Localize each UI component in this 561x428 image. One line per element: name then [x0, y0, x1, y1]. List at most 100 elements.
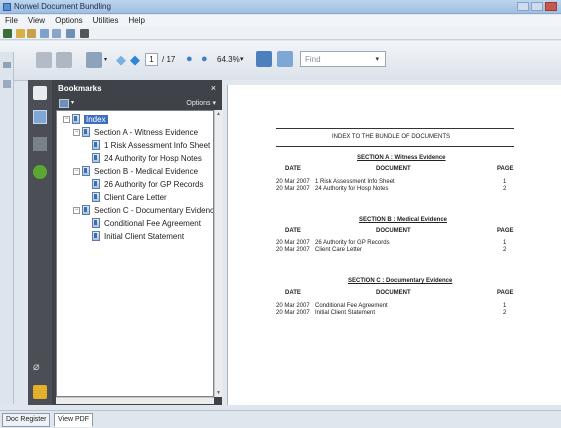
bookmark-menu-icon[interactable] [59, 99, 69, 108]
row-document: Initial Client Statement [315, 310, 376, 316]
help-icon[interactable] [33, 165, 47, 179]
hand-tool-icon[interactable] [3, 62, 11, 68]
minimize-button[interactable] [517, 2, 529, 11]
page-setup-icon[interactable] [86, 52, 102, 68]
zoom-out-icon[interactable]: ● [186, 53, 193, 65]
menu-options[interactable]: Options [55, 15, 83, 27]
page-number-input[interactable]: 1 [145, 53, 158, 66]
section-title: SECTION C : Documentary Evidence [348, 278, 453, 284]
row-page: 1 [503, 179, 507, 185]
tree-item[interactable]: 24 Authority for Hosp Notes [92, 152, 202, 164]
zoom-dropdown-icon[interactable]: ▾ [240, 55, 244, 63]
bookmark-icon [72, 114, 80, 124]
print-preview-icon[interactable] [66, 29, 75, 38]
tree-item[interactable]: Client Care Letter [92, 191, 167, 203]
column-header-document: DOCUMENT [376, 290, 411, 296]
fit-width-icon[interactable] [277, 51, 293, 67]
document-icon[interactable] [40, 29, 49, 38]
tree-item[interactable]: − Section C - Documentary Evidence [73, 204, 213, 216]
bookmarks-vertical-scrollbar[interactable]: ▲ ▼ [214, 110, 222, 397]
column-header-page: PAGE [497, 228, 514, 234]
collapse-toggle[interactable]: − [73, 167, 80, 175]
column-header-document: DOCUMENT [376, 166, 411, 172]
print-icon[interactable] [36, 52, 52, 68]
next-page-icon[interactable]: ◆ [130, 52, 140, 68]
attachments-icon[interactable] [33, 137, 47, 151]
paperclip-icon[interactable]: ⌀ [33, 360, 47, 374]
fit-page-icon[interactable] [256, 51, 272, 67]
tree-item[interactable]: − Index [63, 113, 108, 125]
bookmark-icon [82, 166, 90, 176]
menu-file[interactable]: File [5, 15, 18, 27]
tab-view-pdf[interactable]: View PDF [54, 413, 93, 427]
menu-help[interactable]: Help [128, 15, 144, 27]
bottom-tab-bar: Doc Register View PDF [0, 410, 561, 428]
tree-item-label: Initial Client Statement [104, 231, 185, 241]
close-panel-icon[interactable]: × [211, 83, 216, 93]
zoom-in-icon[interactable]: ● [201, 53, 208, 65]
tree-item-label: Index [84, 114, 108, 124]
previous-page-icon[interactable]: ◆ [116, 52, 126, 68]
tree-item-label: Section B - Medical Evidence [94, 166, 199, 176]
section-title: SECTION B : Medical Evidence [359, 217, 448, 223]
bookmarks-horizontal-scrollbar[interactable] [56, 397, 214, 404]
tree-item[interactable]: Initial Client Statement [92, 230, 184, 242]
pdf-page: INDEX TO THE BUNDLE OF DOCUMENTS SECTION… [227, 85, 561, 405]
bookmark-icon [92, 218, 100, 228]
zoom-level[interactable]: 64.3% [217, 55, 240, 64]
tree-item[interactable]: Conditional Fee Agreement [92, 217, 201, 229]
bookmark-icon [92, 153, 100, 163]
tool-icon[interactable] [3, 29, 12, 38]
tab-doc-register[interactable]: Doc Register [2, 413, 51, 427]
tree-item[interactable]: − Section A - Witness Evidence [73, 126, 198, 138]
window-icon[interactable] [80, 29, 89, 38]
bookmark-icon [92, 231, 100, 241]
row-page: 1 [503, 240, 507, 246]
menu-view[interactable]: View [28, 15, 45, 27]
close-button[interactable] [545, 2, 557, 11]
scroll-up-icon[interactable]: ▲ [216, 111, 221, 117]
dropdown-arrow-icon[interactable]: ▾ [104, 56, 107, 63]
navigation-pane: ⌀ [28, 80, 52, 405]
find-dropdown-icon[interactable]: ▾ [375, 55, 379, 63]
row-date: 20 Mar 2007 [276, 303, 310, 309]
bookmark-menu-arrow-icon[interactable]: ▾ [71, 99, 74, 106]
tree-item-label: Client Care Letter [104, 192, 167, 202]
tree-item[interactable]: 26 Authority for GP Records [92, 178, 203, 190]
tree-item[interactable]: 1 Risk Assessment Info Sheet [92, 139, 210, 151]
find-input[interactable]: Find ▾ [300, 51, 386, 67]
comments-icon[interactable] [33, 385, 47, 399]
collapse-toggle[interactable]: − [63, 115, 70, 123]
divider [276, 128, 514, 129]
bookmarks-header: Bookmarks × ▾ Options ▾ [52, 80, 222, 110]
folder-icon[interactable] [27, 29, 36, 38]
maximize-button[interactable] [531, 2, 543, 11]
copy-icon[interactable] [52, 29, 61, 38]
row-date: 20 Mar 2007 [276, 179, 310, 185]
collapse-toggle[interactable]: − [73, 128, 80, 136]
options-menu[interactable]: Options ▾ [186, 99, 216, 107]
find-placeholder: Find [305, 55, 321, 64]
bookmarks-tree: − Index − Section A - Witness Evidence 1… [56, 110, 214, 397]
divider [276, 146, 514, 147]
pages-icon[interactable] [33, 86, 47, 100]
row-page: 2 [503, 186, 507, 192]
row-page: 2 [503, 310, 507, 316]
open-folder-icon[interactable] [16, 29, 25, 38]
row-date: 20 Mar 2007 [276, 240, 310, 246]
window-title: Norwel Document Bundling [14, 2, 111, 11]
scroll-down-icon[interactable]: ▼ [216, 390, 221, 396]
select-tool-icon[interactable] [3, 80, 11, 88]
menu-bar: File View Options Utilities Help [0, 15, 561, 27]
tree-item-label: Conditional Fee Agreement [104, 218, 201, 228]
tree-item[interactable]: − Section B - Medical Evidence [73, 165, 198, 177]
tree-item-label: 26 Authority for GP Records [104, 179, 204, 189]
collapse-toggle[interactable]: − [73, 206, 80, 214]
menu-utilities[interactable]: Utilities [93, 15, 119, 27]
tree-item-label: 24 Authority for Hosp Notes [104, 153, 202, 163]
document-view[interactable]: INDEX TO THE BUNDLE OF DOCUMENTS SECTION… [222, 80, 561, 405]
section-title: SECTION A : Witness Evidence [357, 155, 446, 161]
row-document: Conditional Fee Agreement [315, 303, 388, 309]
save-icon[interactable] [56, 52, 72, 68]
bookmarks-icon[interactable] [33, 110, 47, 124]
